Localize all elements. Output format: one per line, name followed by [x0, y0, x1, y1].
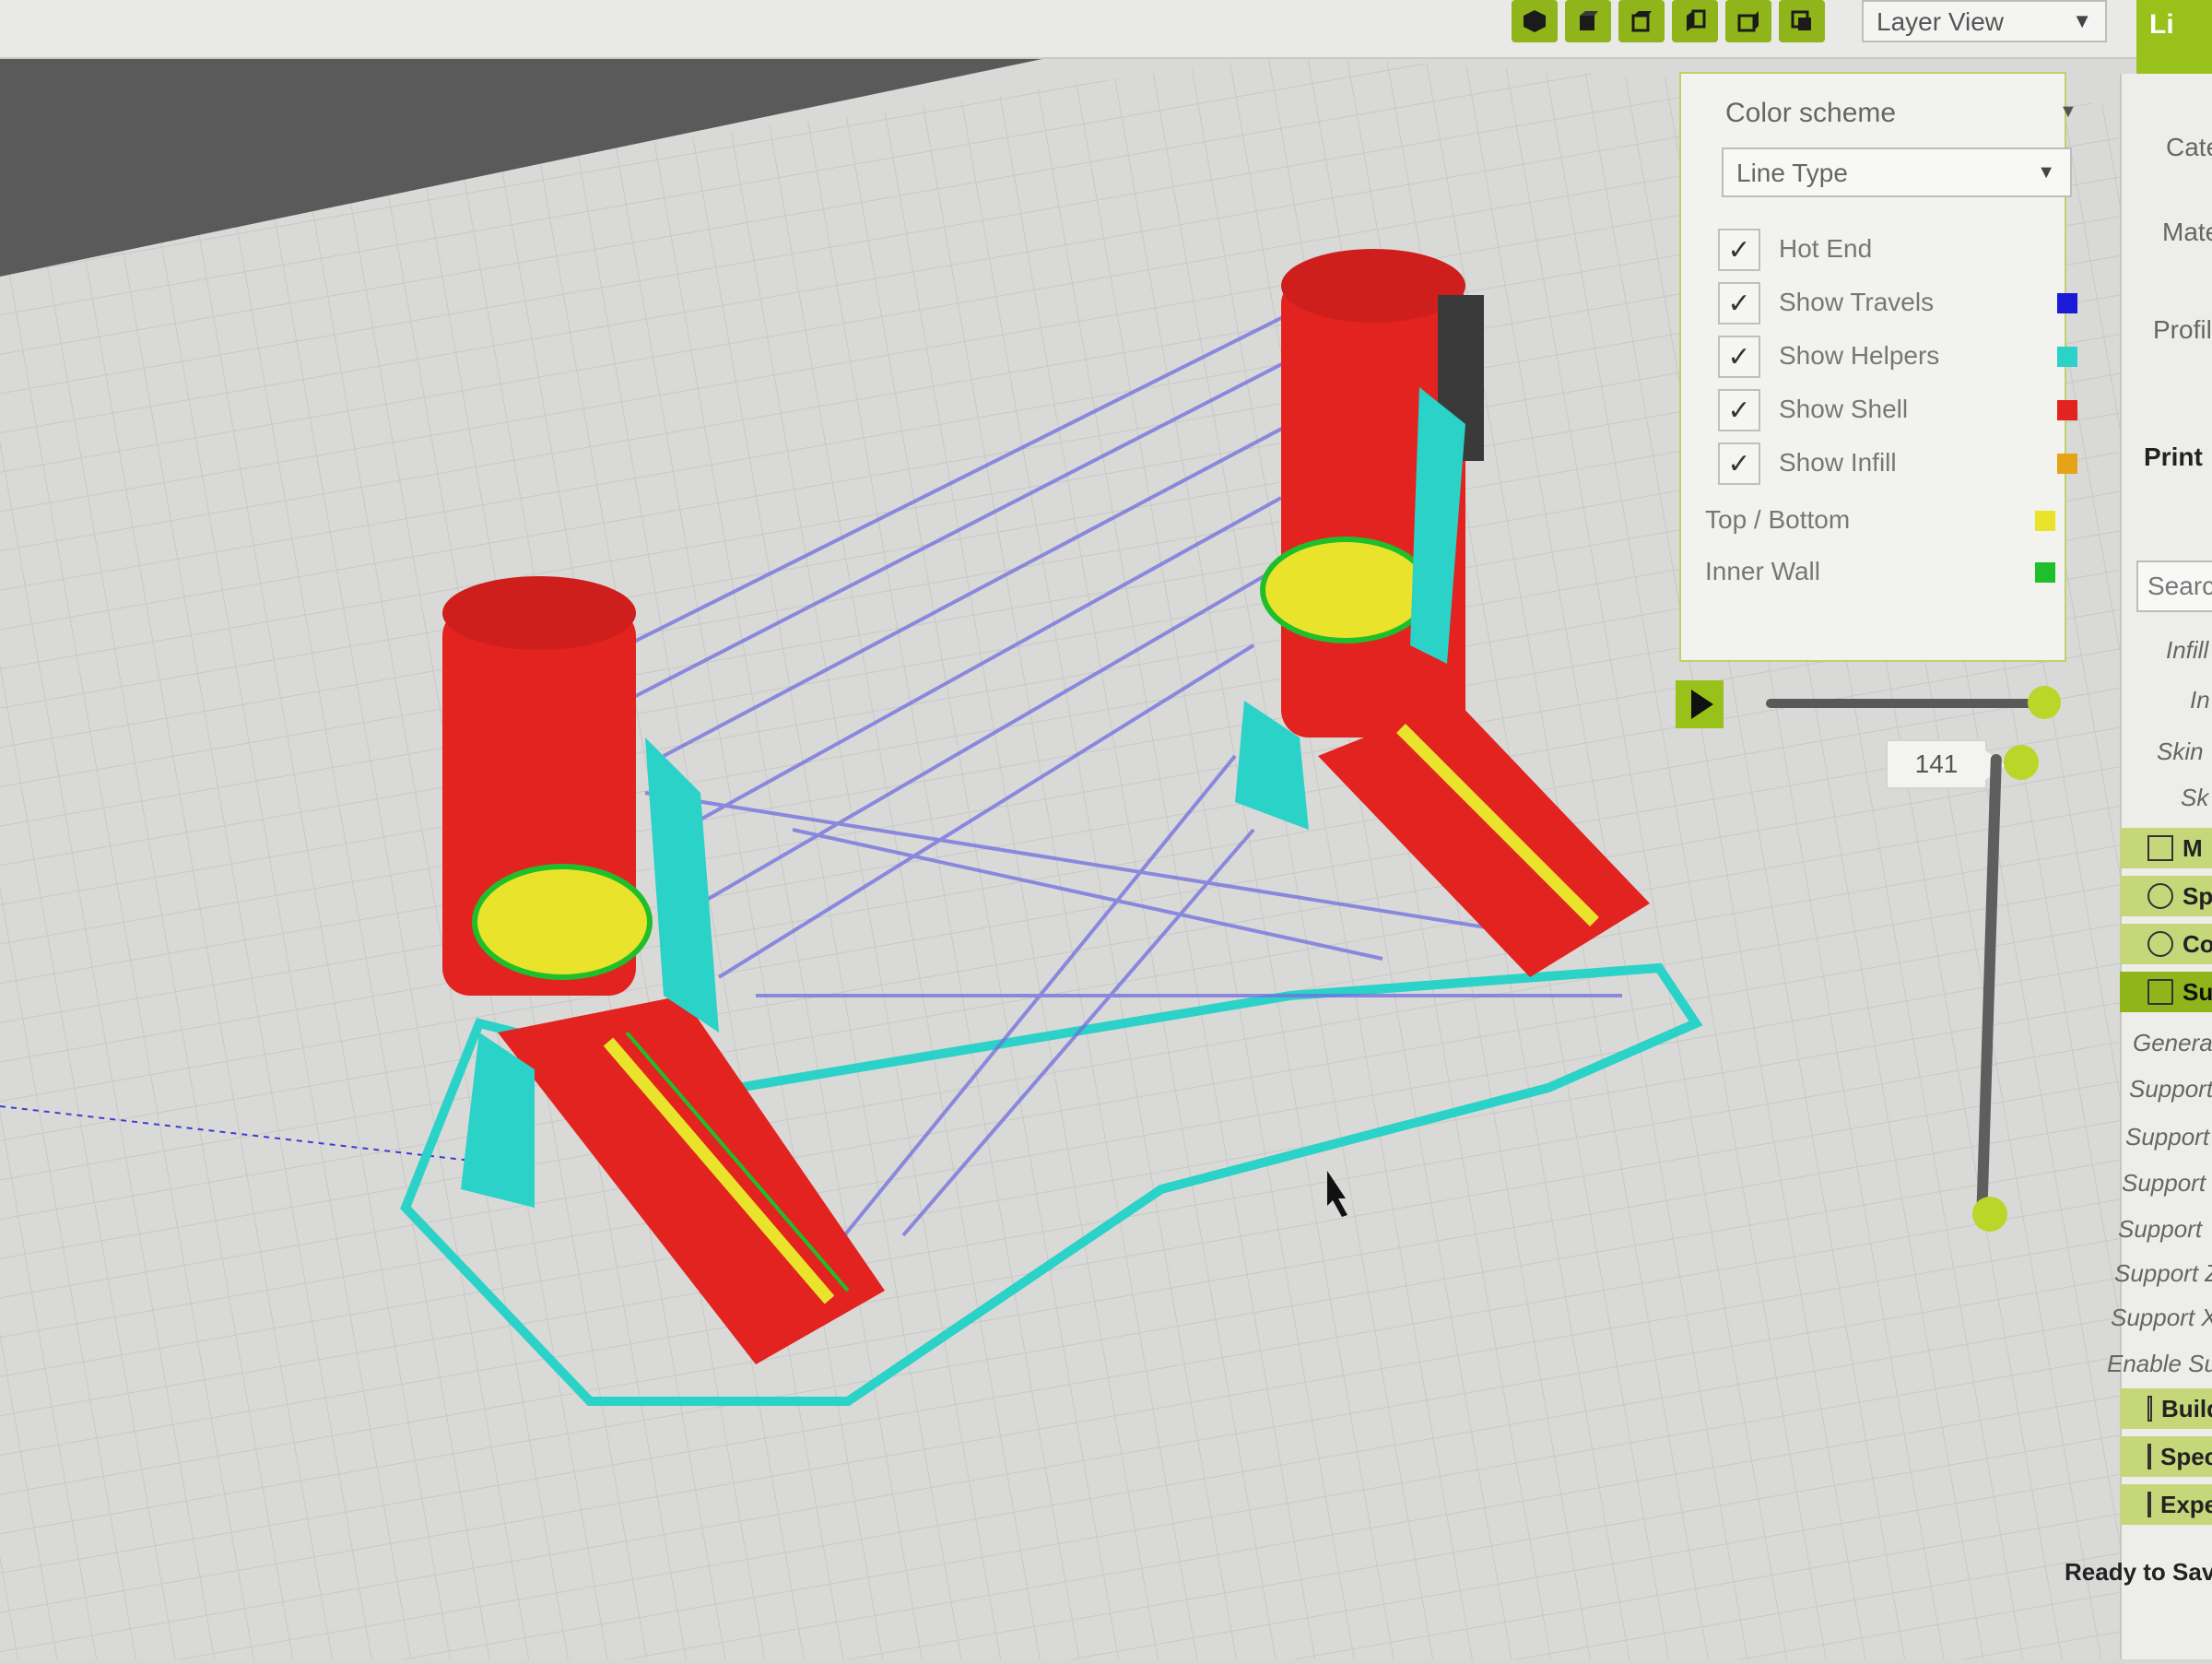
- checkbox-show-shell[interactable]: ✓: [1718, 389, 1760, 431]
- view-mode-dropdown[interactable]: Layer View ▼: [1862, 0, 2107, 42]
- checkmark-icon: ✓: [1727, 395, 1751, 426]
- status-text: Ready to Save: [2065, 1558, 2212, 1586]
- view-layers-icon[interactable]: [1779, 0, 1825, 42]
- line-type-dropdown[interactable]: Line Type ▼: [1722, 148, 2072, 197]
- checkmark-icon: ✓: [1727, 448, 1751, 479]
- view-buttons: [1512, 0, 1825, 44]
- swatch-top-bottom: [2035, 511, 2055, 531]
- swatch-travels: [2057, 293, 2077, 313]
- layer-slider-top-handle[interactable]: [2004, 745, 2039, 780]
- setting-skin-sub[interactable]: Sk: [2181, 784, 2208, 812]
- category-material[interactable]: M: [2120, 828, 2212, 868]
- print-setup-title: Print: [2144, 443, 2203, 471]
- category-label: Cate: [2166, 133, 2212, 161]
- checkbox-hot-end[interactable]: ✓: [1718, 229, 1760, 271]
- setting-infill-sub[interactable]: In: [2190, 686, 2210, 714]
- special-modes-icon: [2147, 1444, 2151, 1469]
- play-button[interactable]: [1676, 680, 1724, 728]
- support-item-enable[interactable]: Enable Su: [2107, 1350, 2212, 1378]
- settings-search-input[interactable]: Search: [2136, 561, 2212, 612]
- support-item[interactable]: Support: [2122, 1169, 2206, 1198]
- support-item-general[interactable]: General: [2133, 1029, 2212, 1057]
- option-show-travels[interactable]: ✓ Show Travels: [1718, 282, 2077, 332]
- support-item[interactable]: Support: [2129, 1075, 2212, 1103]
- simulation-slider-handle[interactable]: [2028, 686, 2061, 719]
- chevron-down-icon: ▼: [2059, 101, 2077, 122]
- category-special-modes[interactable]: Specia: [2120, 1436, 2212, 1477]
- checkmark-icon: ✓: [1727, 288, 1751, 319]
- barcode-icon: [2147, 835, 2173, 861]
- view-3d-icon[interactable]: [1512, 0, 1558, 42]
- profile-label: Profil: [2153, 315, 2212, 344]
- swatch-infill: [2057, 454, 2077, 474]
- category-build-plate[interactable]: Build: [2120, 1388, 2212, 1429]
- speed-icon: [2147, 883, 2173, 909]
- swatch-shell: [2057, 400, 2077, 420]
- experimental-icon: [2147, 1492, 2151, 1517]
- category-speed[interactable]: Sp: [2120, 876, 2212, 916]
- category-cooling[interactable]: Co: [2120, 924, 2212, 964]
- option-show-shell[interactable]: ✓ Show Shell: [1718, 389, 2077, 439]
- checkmark-icon: ✓: [1727, 234, 1751, 266]
- build-plate-icon: [2147, 1396, 2152, 1422]
- top-toolbar: Layer View ▼ Li: [0, 0, 2212, 74]
- view-right-icon[interactable]: [1725, 0, 1771, 42]
- view-left-icon[interactable]: [1672, 0, 1718, 42]
- chevron-down-icon: ▼: [2037, 162, 2055, 183]
- play-icon: [1691, 690, 1713, 719]
- view-top-icon[interactable]: [1618, 0, 1665, 42]
- category-support[interactable]: Su: [2120, 972, 2212, 1012]
- legend-top-bottom: Top / Bottom: [1705, 505, 1851, 534]
- support-icon: [2147, 979, 2173, 1005]
- color-scheme-label: Color scheme: [1725, 98, 1897, 128]
- legend-inner-wall: Inner Wall: [1705, 557, 1821, 585]
- simulation-slider-track[interactable]: [1766, 699, 2044, 708]
- checkbox-show-travels[interactable]: ✓: [1718, 282, 1760, 325]
- support-item-z[interactable]: Support Z: [2114, 1259, 2212, 1288]
- checkmark-icon: ✓: [1727, 341, 1751, 372]
- swatch-inner-wall: [2035, 562, 2055, 583]
- layer-view-panel: Color scheme ▼ Line Type ▼ ✓ Hot End ✓ S…: [1679, 72, 2077, 662]
- option-show-helpers[interactable]: ✓ Show Helpers: [1718, 336, 2077, 385]
- checkbox-show-helpers[interactable]: ✓: [1718, 336, 1760, 378]
- current-layer-input[interactable]: 141: [1886, 739, 2006, 789]
- option-show-infill[interactable]: ✓ Show Infill: [1718, 443, 2077, 492]
- setting-infill[interactable]: Infill: [2166, 636, 2208, 665]
- checkbox-show-infill[interactable]: ✓: [1718, 443, 1760, 485]
- support-item-x[interactable]: Support X: [2111, 1304, 2212, 1332]
- fan-icon: [2147, 931, 2173, 957]
- support-item[interactable]: Support: [2125, 1123, 2209, 1151]
- chevron-down-icon: ▼: [2072, 9, 2092, 32]
- top-accent-tab[interactable]: Li: [2136, 0, 2212, 74]
- layer-slider-bottom-handle[interactable]: [1972, 1197, 2007, 1232]
- support-item[interactable]: Support: [2118, 1215, 2202, 1244]
- view-front-icon[interactable]: [1565, 0, 1611, 42]
- category-experimental[interactable]: Experi: [2120, 1484, 2212, 1525]
- material-label: Mate: [2162, 218, 2212, 246]
- option-hot-end[interactable]: ✓ Hot End: [1718, 229, 2068, 278]
- swatch-helpers: [2057, 347, 2077, 367]
- setting-skin[interactable]: Skin: [2157, 738, 2204, 766]
